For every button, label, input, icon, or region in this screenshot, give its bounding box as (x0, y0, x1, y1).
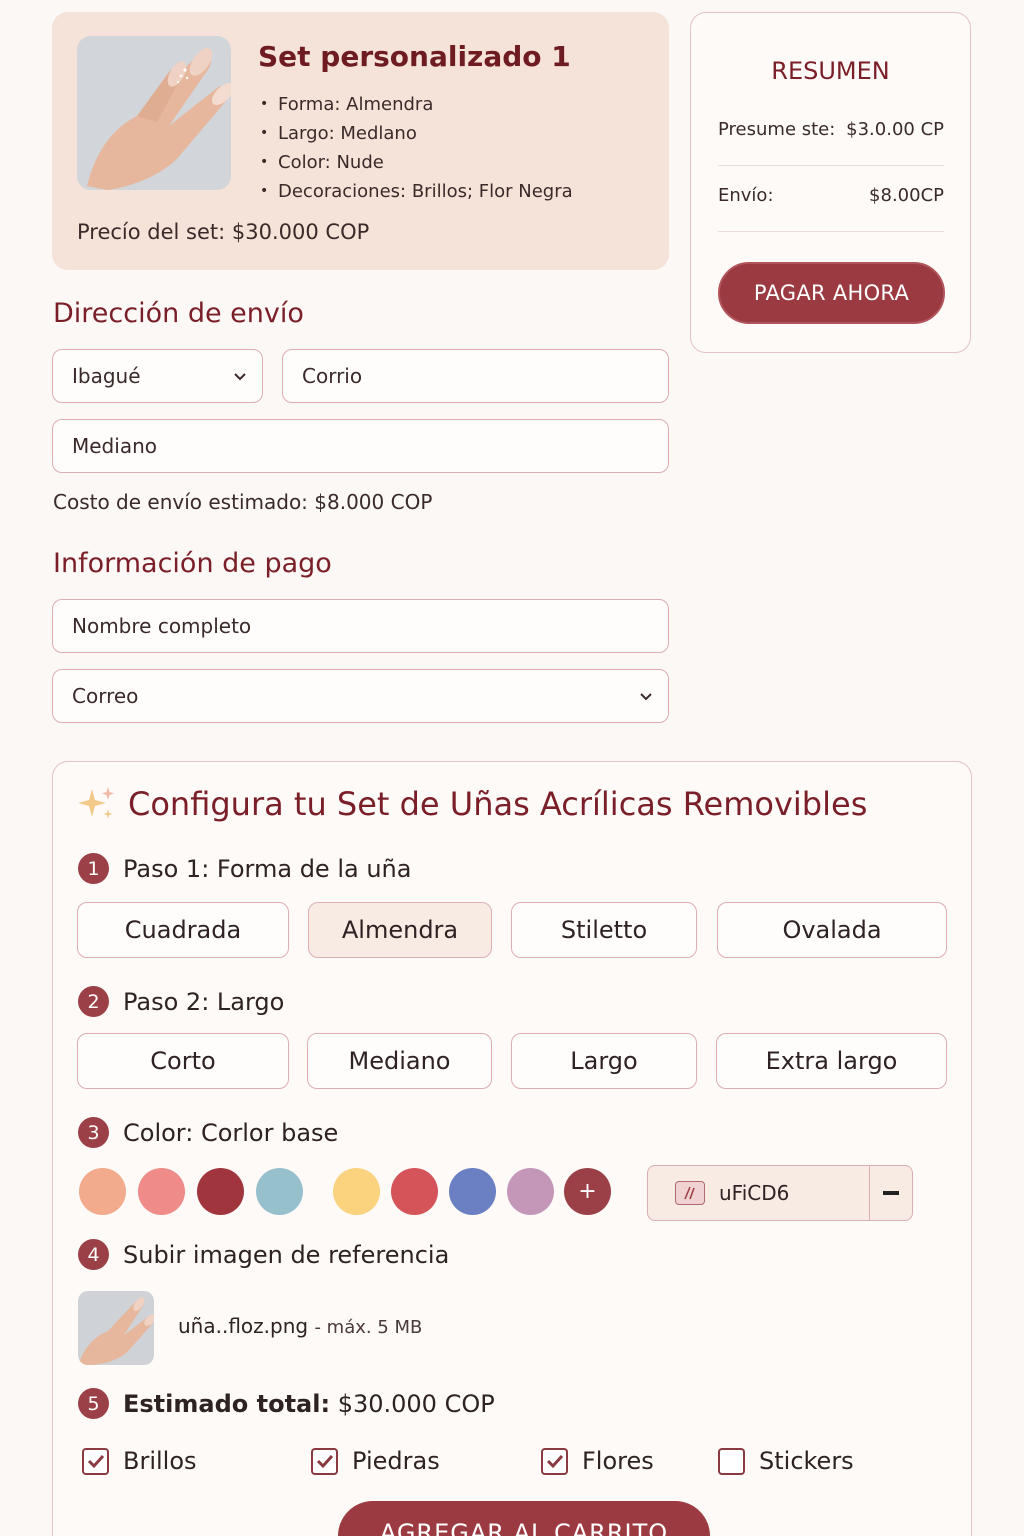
shipping-label: Envío: (718, 185, 774, 206)
sparkle-icon (78, 787, 114, 819)
pay-now-button[interactable]: PAGAR AHORA (718, 262, 945, 324)
shape-option-ovalada[interactable]: Ovalada (717, 902, 947, 958)
spec-length: Largo: Medlano (258, 119, 573, 148)
email-select[interactable]: Correo (52, 669, 669, 723)
checkbox-label: Brillos (123, 1447, 197, 1475)
step-2-label: 2 Paso 2: Largo (78, 986, 284, 1017)
configurator-title-text: Configura tu Set de Uñas Acrílicas Remov… (128, 785, 868, 823)
color-swatch[interactable] (197, 1168, 244, 1215)
shipping-heading: Dirección de envío (53, 298, 304, 329)
step-number: 1 (78, 853, 109, 884)
address-detail-value: Mediano (72, 434, 157, 458)
step-number: 5 (78, 1388, 109, 1419)
checkbox-flores[interactable]: Flores (541, 1447, 654, 1475)
shipping-value: $8.00CP (869, 185, 944, 206)
step-2-text: Paso 2: Largo (123, 987, 285, 1016)
shape-option-cuadrada[interactable]: Cuadrada (77, 902, 289, 958)
color-swatch[interactable] (256, 1168, 303, 1215)
checkbox-box (541, 1447, 568, 1475)
add-color-button[interactable]: + (564, 1168, 611, 1215)
full-name-input[interactable]: Nombre completo (52, 599, 669, 653)
remove-color-button[interactable] (869, 1166, 912, 1220)
spec-color: Color: Nude (258, 148, 573, 177)
shape-option-almendra[interactable]: Almendra (308, 902, 492, 958)
full-name-placeholder: Nombre completo (72, 614, 252, 638)
product-title: Set personalizado 1 (258, 40, 571, 73)
color-picker-icon (675, 1181, 705, 1205)
step-3-text: Color: Corlor base (123, 1118, 339, 1147)
color-swatch[interactable] (391, 1168, 438, 1215)
checkbox-stickers[interactable]: Stickers (718, 1447, 854, 1475)
reference-file-info: uña..floz.png - máx. 5 MB (178, 1314, 422, 1338)
checkbox-brillos[interactable]: Brillos (82, 1447, 197, 1475)
address-detail-input[interactable]: Mediano (52, 419, 669, 473)
street-input[interactable]: Corrio (282, 349, 669, 403)
summary-subtotal-row: Presume ste: $3.0.00 CP (718, 119, 944, 140)
chevron-down-icon (640, 693, 652, 701)
step-1-label: 1 Paso 1: Forma de la uña (78, 853, 411, 884)
check-icon (316, 1454, 333, 1469)
checkbox-piedras[interactable]: Piedras (311, 1447, 440, 1475)
subtotal-label: Presume ste: (718, 119, 836, 140)
checkbox-label: Flores (582, 1447, 654, 1475)
length-option-extra-largo[interactable]: Extra largo (716, 1033, 947, 1089)
step-3-label: 3 Color: Corlor base (78, 1117, 338, 1148)
configurator-title: Configura tu Set de Uñas Acrílicas Remov… (78, 785, 867, 823)
total-value: $30.000 COP (330, 1389, 495, 1418)
check-icon (546, 1454, 563, 1469)
step-4-label: 4 Subir imagen de referencia (78, 1239, 449, 1270)
spec-shape: Forma: Almendra (258, 90, 573, 119)
subtotal-value: $3.0.00 CP (846, 119, 944, 140)
total-label: Estimado total: (123, 1389, 331, 1418)
color-swatch[interactable] (79, 1168, 126, 1215)
color-swatch[interactable] (333, 1168, 380, 1215)
divider (718, 231, 944, 232)
check-icon (87, 1454, 104, 1469)
file-size-limit: - máx. 5 MB (314, 1317, 423, 1338)
color-swatch[interactable] (507, 1168, 554, 1215)
email-value: Correo (72, 684, 139, 708)
product-card: Set personalizado 1 Forma: Almendra Larg… (52, 12, 669, 270)
step-number: 3 (78, 1117, 109, 1148)
add-to-cart-button[interactable]: AGREGAR AL CARRITO (338, 1501, 710, 1536)
hex-color-input[interactable]: uFiCD6 (647, 1165, 913, 1221)
spec-decorations: Decoraciones: Brillos; Flor Negra (258, 177, 573, 206)
checkbox-label: Stickers (759, 1447, 854, 1475)
checkbox-label: Piedras (352, 1447, 440, 1475)
summary-title: RESUMEN (771, 57, 890, 85)
shape-option-stiletto[interactable]: Stiletto (511, 902, 697, 958)
step-number: 4 (78, 1239, 109, 1270)
street-value: Corrio (302, 364, 363, 388)
step-1-text: Paso 1: Forma de la uña (123, 854, 412, 883)
step-5-label: 5 Estimado total: $30.000 COP (78, 1388, 495, 1419)
product-price: Precío del set: $30.000 COP (77, 220, 370, 244)
step-number: 2 (78, 986, 109, 1017)
city-value: Ibagué (72, 364, 141, 388)
color-swatch[interactable] (138, 1168, 185, 1215)
file-name: uña..floz.png (178, 1314, 309, 1338)
shipping-cost-estimate: Costo de envío estimado: $8.000 COP (53, 490, 433, 514)
chevron-down-icon (234, 373, 246, 381)
length-option-corto[interactable]: Corto (77, 1033, 289, 1089)
divider (718, 165, 944, 166)
step-4-text: Subir imagen de referencia (123, 1240, 450, 1269)
checkbox-box (82, 1447, 109, 1475)
length-option-mediano[interactable]: Mediano (307, 1033, 492, 1089)
color-swatch[interactable] (449, 1168, 496, 1215)
product-image (77, 36, 231, 190)
payment-heading: Información de pago (53, 548, 332, 579)
city-select[interactable]: Ibagué (52, 349, 263, 403)
summary-shipping-row: Envío: $8.00CP (718, 185, 944, 206)
reference-image-thumbnail[interactable] (78, 1291, 154, 1365)
product-specs: Forma: Almendra Largo: Medlano Color: Nu… (258, 90, 573, 206)
length-option-largo[interactable]: Largo (511, 1033, 697, 1089)
minus-icon (883, 1191, 899, 1195)
checkbox-box (718, 1447, 745, 1475)
hex-value: uFiCD6 (719, 1181, 790, 1205)
checkbox-box (311, 1447, 338, 1475)
order-summary: RESUMEN Presume ste: $3.0.00 CP Envío: $… (690, 12, 971, 353)
